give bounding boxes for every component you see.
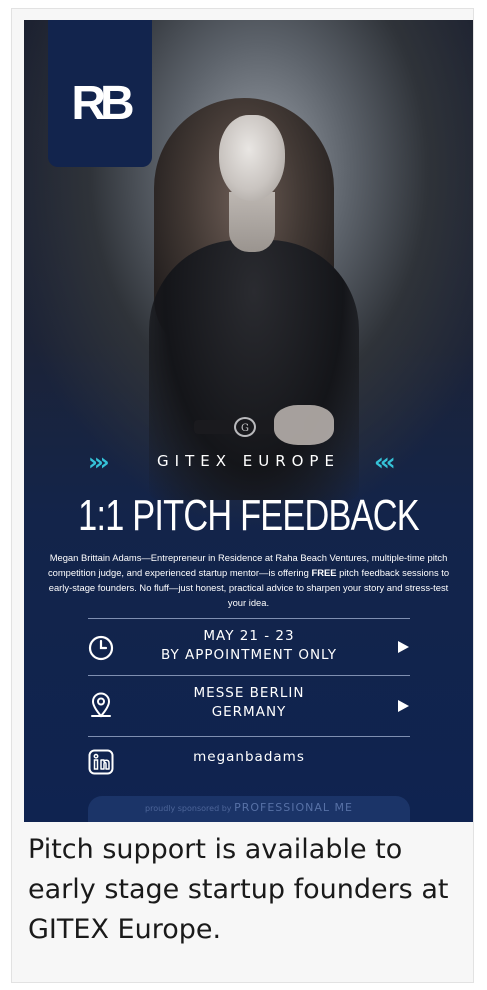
poster-headline: 1:1 PITCH FEEDBACK <box>78 491 419 540</box>
divider <box>88 618 410 619</box>
portrait-face <box>219 115 285 201</box>
play-arrow-icon[interactable] <box>398 700 409 712</box>
info-row-dates[interactable]: MAY 21 - 23 BY APPOINTMENT ONLY <box>24 622 473 672</box>
venue-label: MESSE BERLIN <box>193 685 305 701</box>
portrait-neck <box>229 192 275 252</box>
event-poster-image[interactable]: G RB ››› GITEX EUROPE ‹‹‹ 1:1 PITCH FEED… <box>24 20 473 822</box>
rb-logo: RB <box>48 20 152 167</box>
dates-label: MAY 21 - 23 <box>203 628 295 644</box>
location-pin-icon <box>91 692 111 718</box>
linkedin-icon <box>88 749 114 775</box>
description-free: FREE <box>311 567 337 578</box>
chevron-left-icon: ‹‹‹ <box>374 448 396 476</box>
event-name: GITEX EUROPE <box>157 452 340 470</box>
linkedin-handle[interactable]: meganbadams <box>134 748 364 767</box>
post-caption: Pitch support is available to early stag… <box>28 834 449 945</box>
event-banner: ››› GITEX EUROPE ‹‹‹ <box>24 448 473 478</box>
sponsor-bar: proudly sponsored by PROFESSIONAL ME <box>88 796 410 822</box>
poster-description: Megan Brittain Adams—Entrepreneur in Res… <box>44 550 453 610</box>
country-label: GERMANY <box>211 704 287 720</box>
logo-text: RB <box>71 77 134 130</box>
sponsor-brand: PROFESSIONAL ME <box>234 801 353 814</box>
info-row-linkedin[interactable]: meganbadams <box>24 740 473 790</box>
divider <box>88 675 410 676</box>
appointment-label: BY APPOINTMENT ONLY <box>160 647 338 663</box>
sponsor-prefix: proudly sponsored by <box>145 804 232 813</box>
portrait-hand <box>274 405 334 445</box>
play-arrow-icon[interactable] <box>398 641 409 653</box>
clock-icon <box>88 635 114 661</box>
info-dates-text: MAY 21 - 23 BY APPOINTMENT ONLY <box>134 627 364 665</box>
info-row-location[interactable]: MESSE BERLIN GERMANY <box>24 680 473 730</box>
belt-buckle: G <box>234 417 256 437</box>
info-location-text: MESSE BERLIN GERMANY <box>134 684 364 722</box>
divider <box>88 736 410 737</box>
